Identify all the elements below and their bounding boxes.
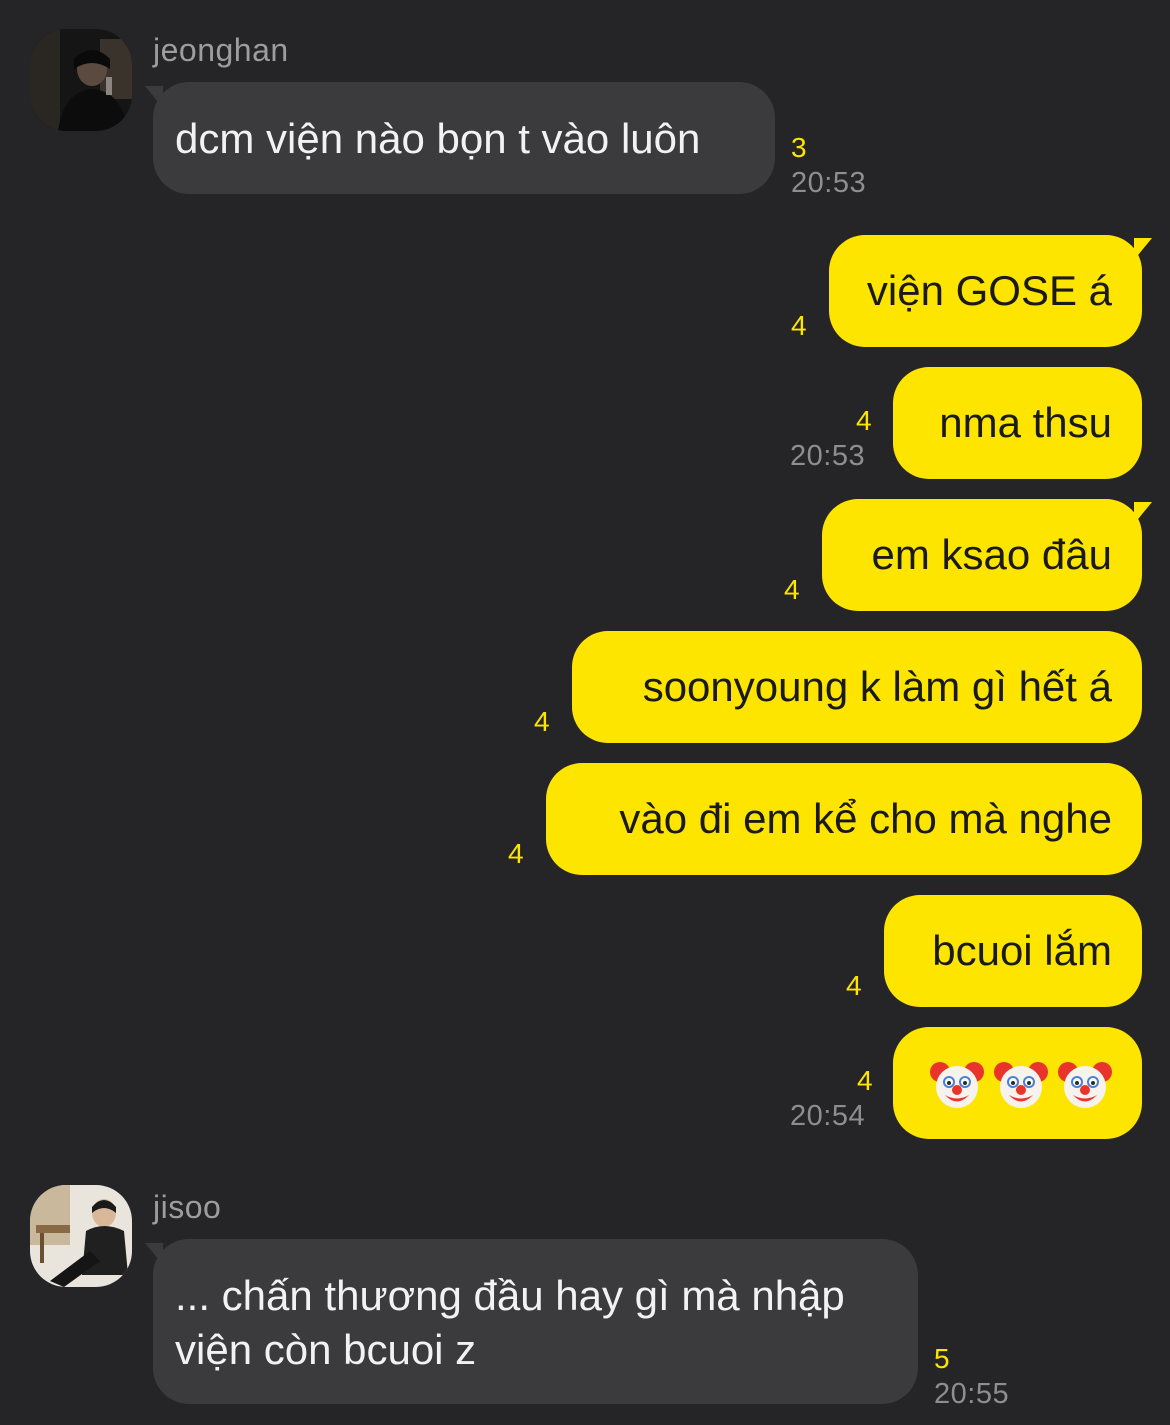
message-text: ... chấn thương đầu hay gì mà nhập viện …	[175, 1272, 845, 1373]
message-text: em ksao đâu	[871, 531, 1112, 578]
message-text: vào đi em kể cho mà nghe	[619, 795, 1112, 842]
message-text: viện GOSE á	[866, 267, 1112, 314]
message-timestamp: 20:53	[791, 167, 867, 199]
message-bubble[interactable]: bcuoi lắm	[884, 895, 1142, 1007]
message-bubble[interactable]: dcm viện nào bọn t vào luôn	[153, 82, 775, 194]
avatar-image	[30, 29, 132, 131]
sender-name: jisoo	[153, 1189, 222, 1225]
message-text: bcuoi lắm	[932, 927, 1112, 974]
unread-count: 5	[934, 1343, 950, 1374]
message-bubble[interactable]: ... chấn thương đầu hay gì mà nhập viện …	[153, 1239, 918, 1404]
unread-count: 4	[857, 1065, 873, 1096]
message-timestamp: 20:55	[934, 1378, 1010, 1410]
message-bubble[interactable]: soonyoung k làm gì hết á	[572, 631, 1142, 743]
unread-count: 4	[846, 970, 862, 1001]
unread-count: 4	[508, 838, 524, 869]
avatar-jisoo[interactable]	[30, 1185, 132, 1287]
clown-face-icon	[1058, 1062, 1112, 1108]
unread-count: 4	[791, 310, 807, 341]
message-text: soonyoung k làm gì hết á	[642, 663, 1112, 710]
sender-name: jeonghan	[153, 32, 289, 68]
message-bubble[interactable]: vào đi em kể cho mà nghe	[546, 763, 1142, 875]
unread-count: 4	[534, 706, 550, 737]
avatar-image	[30, 1185, 132, 1287]
message-bubble[interactable]: em ksao đâu	[822, 499, 1142, 611]
unread-count: 3	[791, 132, 807, 163]
message-text: nma thsu	[939, 399, 1112, 446]
unread-count: 4	[784, 574, 800, 605]
emoji-row	[923, 1056, 1112, 1112]
message-timestamp: 20:53	[790, 440, 866, 472]
message-timestamp: 20:54	[790, 1100, 866, 1132]
message-text: dcm viện nào bọn t vào luôn	[175, 115, 701, 162]
message-bubble[interactable]: viện GOSE á	[829, 235, 1142, 347]
avatar-jeonghan[interactable]	[30, 29, 132, 131]
clown-face-icon	[994, 1062, 1048, 1108]
clown-face-icon	[930, 1062, 984, 1108]
message-bubble[interactable]: nma thsu	[893, 367, 1142, 479]
message-bubble[interactable]	[893, 1027, 1142, 1139]
unread-count: 4	[856, 405, 872, 436]
